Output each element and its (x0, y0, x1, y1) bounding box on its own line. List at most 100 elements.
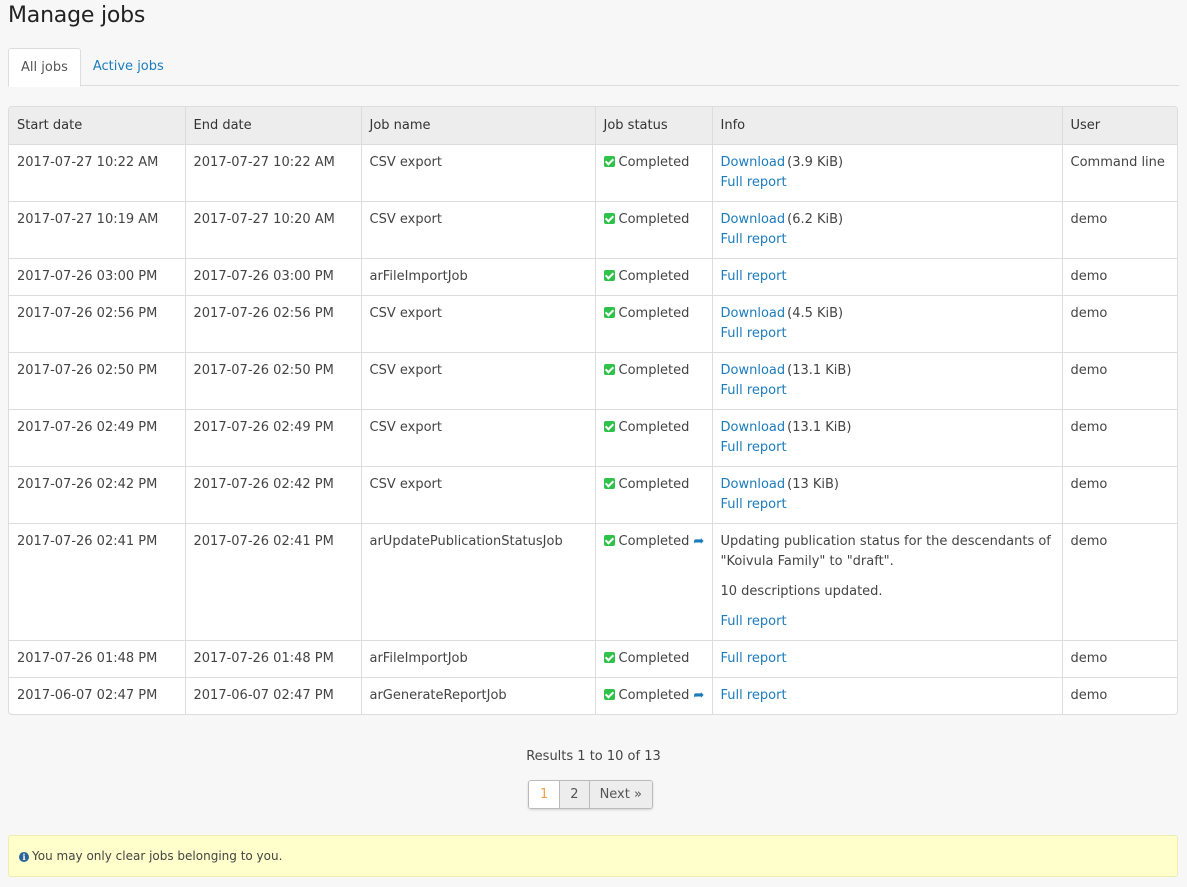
job-user: demo (1062, 409, 1177, 467)
job-info: Download (13.1 KiB) Full report (712, 409, 1063, 467)
header-start-date[interactable]: Start date (9, 107, 186, 145)
file-size: (13.1 KiB) (787, 362, 852, 378)
full-report-link[interactable]: Full report (721, 688, 787, 703)
job-info: Full report (712, 640, 1063, 678)
start-date: 2017-07-26 02:56 PM (9, 295, 186, 353)
download-link[interactable]: Download (721, 306, 786, 321)
page-2-button[interactable]: 2 (559, 781, 589, 808)
job-user: demo (1062, 466, 1177, 524)
job-user: demo (1062, 258, 1177, 296)
full-report-link[interactable]: Full report (721, 326, 787, 341)
full-report-link[interactable]: Full report (721, 175, 787, 190)
full-report-link[interactable]: Full report (721, 383, 787, 398)
job-status: Completed ➦ (595, 523, 713, 641)
file-size: (13.1 KiB) (787, 419, 852, 435)
end-date: 2017-07-27 10:20 AM (185, 201, 362, 259)
table-row: 2017-07-26 02:56 PM 2017-07-26 02:56 PM CS… (9, 295, 1177, 353)
job-name: CSV export (361, 144, 596, 202)
end-date: 2017-07-26 02:49 PM (185, 409, 362, 467)
table-header-row: Start date End date Job name Job status … (9, 107, 1177, 145)
end-date: 2017-07-26 02:41 PM (185, 523, 362, 641)
job-status: Completed (595, 144, 713, 202)
end-date: 2017-07-27 10:22 AM (185, 144, 362, 202)
job-user: demo (1062, 201, 1177, 259)
header-end-date[interactable]: End date (185, 107, 362, 145)
full-report-link[interactable]: Full report (721, 269, 787, 284)
tab-all-jobs[interactable]: All jobs (8, 48, 81, 87)
check-icon (603, 269, 615, 281)
notice-text: You may only clear jobs belonging to you… (32, 849, 283, 863)
job-user: Command line (1062, 144, 1177, 202)
table-row: 2017-07-26 02:41 PM 2017-07-26 02:41 PM ar… (9, 523, 1177, 641)
next-page-button[interactable]: Next » (588, 781, 652, 808)
check-icon (603, 420, 615, 432)
tab-active-jobs[interactable]: Active jobs (81, 48, 176, 86)
job-info: Download (4.5 KiB) Full report (712, 295, 1063, 353)
job-user: demo (1062, 295, 1177, 353)
full-report-link[interactable]: Full report (721, 497, 787, 512)
job-status: Completed (595, 258, 713, 296)
full-report-link[interactable]: Full report (721, 651, 787, 666)
header-job-name[interactable]: Job name (361, 107, 596, 145)
status-label: Completed (618, 419, 690, 435)
end-date: 2017-07-26 03:00 PM (185, 258, 362, 296)
job-status: Completed (595, 352, 713, 410)
start-date: 2017-06-07 02:47 PM (9, 677, 186, 714)
info-icon: i (19, 852, 29, 862)
download-link[interactable]: Download (721, 420, 786, 435)
table-row: 2017-07-26 02:49 PM 2017-07-26 02:49 PM CS… (9, 409, 1177, 467)
check-icon (603, 477, 615, 489)
share-arrow-icon[interactable]: ➦ (693, 532, 704, 552)
status-label: Completed (618, 650, 690, 666)
download-link[interactable]: Download (721, 155, 786, 170)
table-row: 2017-07-26 03:00 PM 2017-07-26 03:00 PM ar… (9, 258, 1177, 296)
table-row: 2017-07-27 10:19 AM 2017-07-27 10:20 AM CS… (9, 201, 1177, 259)
end-date: 2017-07-26 02:50 PM (185, 352, 362, 410)
start-date: 2017-07-27 10:19 AM (9, 201, 186, 259)
tab-bar: All jobs Active jobs (8, 48, 1179, 87)
download-link[interactable]: Download (721, 212, 786, 227)
page-1-button[interactable]: 1 (529, 781, 560, 808)
start-date: 2017-07-27 10:22 AM (9, 144, 186, 202)
start-date: 2017-07-26 03:00 PM (9, 258, 186, 296)
table-row: 2017-06-07 02:47 PM 2017-06-07 02:47 PM ar… (9, 677, 1177, 714)
start-date: 2017-07-26 02:42 PM (9, 466, 186, 524)
job-name: CSV export (361, 352, 596, 410)
status-label: Completed (618, 362, 690, 378)
header-user[interactable]: User (1062, 107, 1177, 145)
download-link[interactable]: Download (721, 363, 786, 378)
share-arrow-icon[interactable]: ➦ (693, 686, 704, 706)
jobs-table: Start date End date Job name Job status … (8, 106, 1178, 715)
check-icon (603, 306, 615, 318)
download-link[interactable]: Download (721, 477, 786, 492)
start-date: 2017-07-26 01:48 PM (9, 640, 186, 678)
check-icon (603, 363, 615, 375)
table-row: 2017-07-27 10:22 AM 2017-07-27 10:22 AM CS… (9, 144, 1177, 202)
job-user: demo (1062, 523, 1177, 641)
check-icon (603, 534, 615, 546)
job-info: Full report (712, 258, 1063, 296)
check-icon (603, 651, 615, 663)
end-date: 2017-07-26 02:56 PM (185, 295, 362, 353)
job-status: Completed (595, 295, 713, 353)
job-user: demo (1070, 687, 1108, 703)
job-name: CSV export (361, 295, 596, 353)
status-label: Completed (618, 687, 690, 703)
job-info: Full report (712, 677, 1063, 714)
full-report-link[interactable]: Full report (721, 232, 787, 247)
job-name: arGenerateReportJob (361, 677, 596, 714)
end-date: 2017-07-26 02:42 PM (185, 466, 362, 524)
full-report-link[interactable]: Full report (721, 614, 787, 629)
status-label: Completed (618, 154, 690, 170)
full-report-link[interactable]: Full report (721, 440, 787, 455)
status-label: Completed (618, 305, 690, 321)
job-result: 10 descriptions updated. (720, 583, 883, 599)
job-name: arFileImportJob (361, 258, 596, 296)
job-info: Download (3.9 KiB) Full report (712, 144, 1063, 202)
status-label: Completed (618, 476, 690, 492)
page-title: Manage jobs (8, 3, 146, 28)
file-size: (3.9 KiB) (787, 154, 844, 170)
header-job-status[interactable]: Job status (595, 107, 713, 145)
job-info: Updating publication status for the desc… (712, 523, 1063, 641)
status-label: Completed (618, 268, 690, 284)
